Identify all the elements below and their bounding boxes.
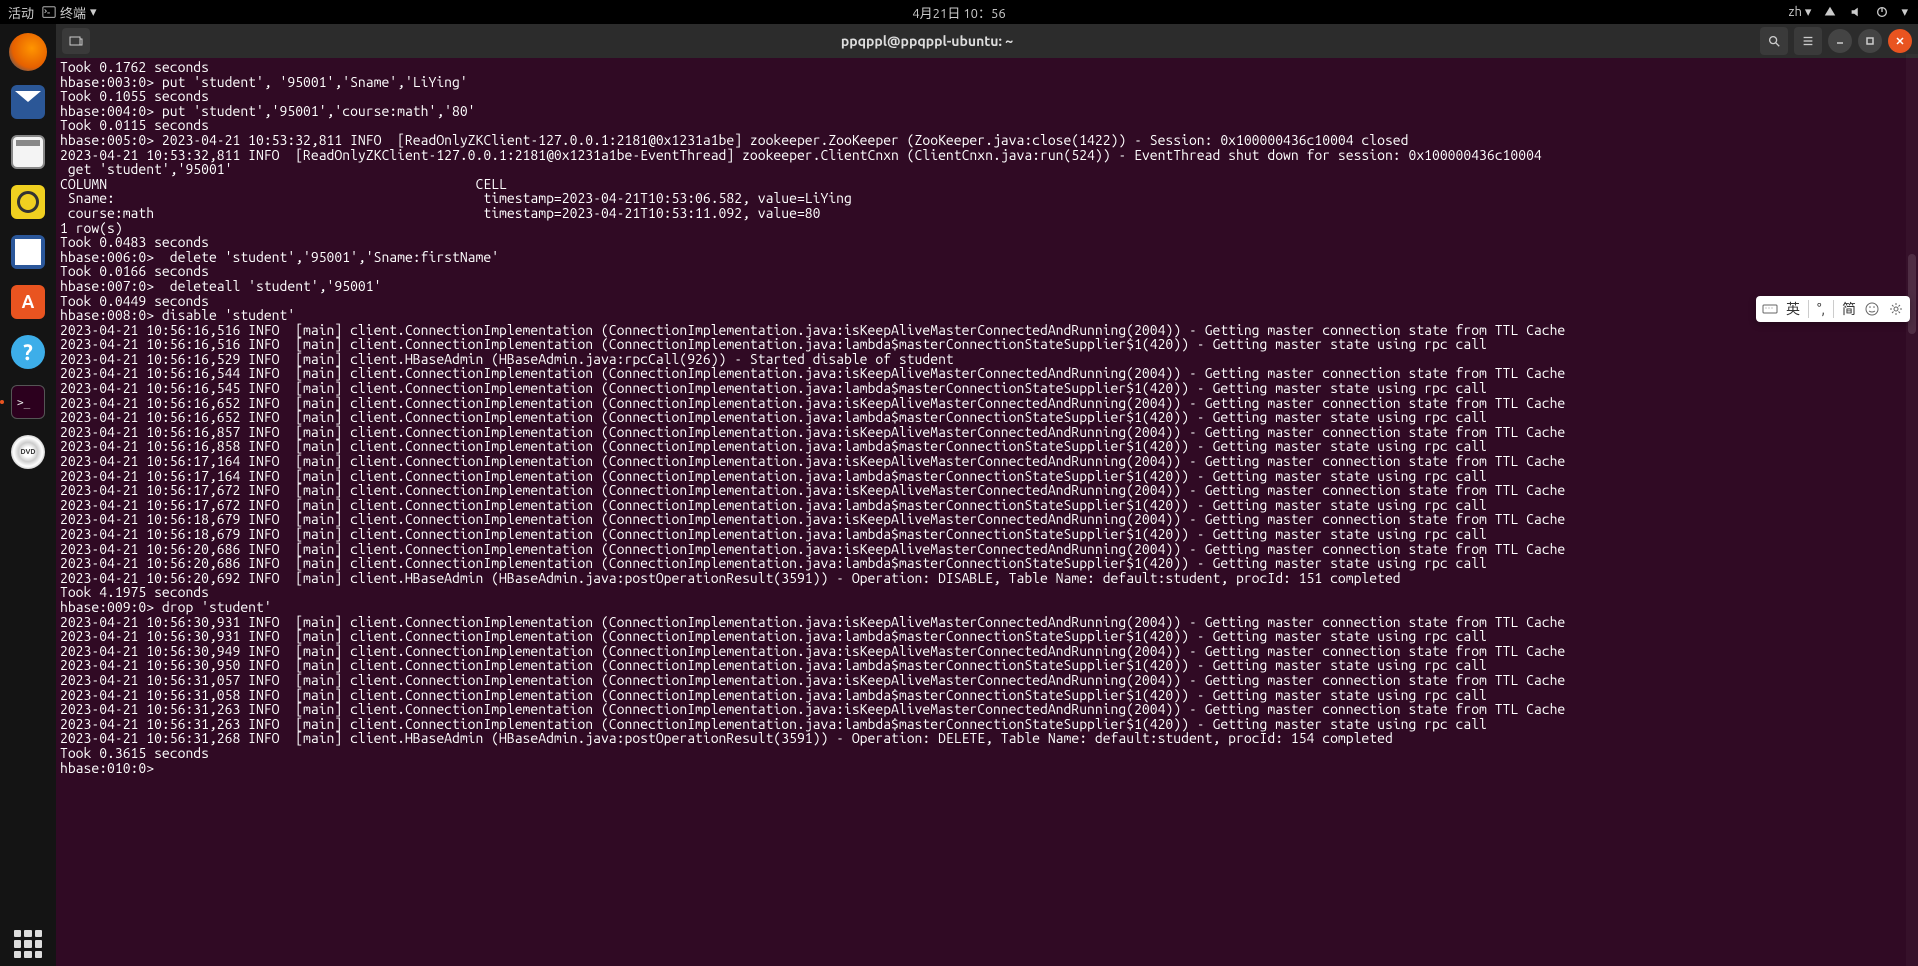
- window-title: ppqppl@ppqppl-ubuntu: ~: [94, 33, 1760, 49]
- dock-item-help[interactable]: ?: [6, 330, 50, 374]
- music-icon: [11, 185, 45, 219]
- search-icon: [1767, 34, 1781, 48]
- terminal-window: ppqppl@ppqppl-ubuntu: ~ Took 0.1762 seco…: [56, 24, 1918, 966]
- network-icon[interactable]: [1823, 5, 1837, 19]
- show-applications-button[interactable]: [6, 922, 50, 966]
- scrollbar-thumb[interactable]: [1908, 254, 1916, 334]
- new-tab-icon: [68, 33, 84, 49]
- dock-item-dvd[interactable]: DVD: [6, 430, 50, 474]
- mail-icon: [11, 85, 45, 119]
- ime-lang-label: 英: [1786, 299, 1800, 319]
- datetime-indicator[interactable]: 4月21日 10：56: [912, 3, 1005, 22]
- power-icon[interactable]: [1875, 5, 1889, 19]
- new-tab-button[interactable]: [62, 28, 90, 54]
- apps-grid-icon: [14, 930, 42, 958]
- help-icon: ?: [11, 335, 45, 369]
- menu-button[interactable]: [1794, 27, 1822, 55]
- files-icon: [11, 135, 45, 169]
- gear-icon[interactable]: [1888, 301, 1904, 317]
- maximize-button[interactable]: [1858, 29, 1882, 53]
- dock-item-terminal[interactable]: >_: [6, 380, 50, 424]
- dock-item-mail[interactable]: [6, 80, 50, 124]
- terminal-output[interactable]: Took 0.1762 seconds hbase:003:0> put 'st…: [56, 58, 1918, 966]
- separator: [1808, 300, 1809, 318]
- keyboard-icon: [1762, 301, 1778, 317]
- document-icon: [11, 235, 45, 269]
- system-menu-chevron-icon[interactable]: ▾: [1901, 5, 1908, 20]
- close-button[interactable]: [1888, 29, 1912, 53]
- ime-panel[interactable]: 英 °, 简: [1756, 296, 1910, 322]
- firefox-icon: [9, 33, 47, 71]
- dock-item-music[interactable]: [6, 180, 50, 224]
- dock-item-files[interactable]: [6, 130, 50, 174]
- emoji-icon[interactable]: [1864, 301, 1880, 317]
- ime-punctuation-icon[interactable]: °,: [1817, 301, 1825, 317]
- volume-icon[interactable]: [1849, 5, 1863, 19]
- ime-mode-label[interactable]: 简: [1842, 299, 1856, 319]
- dvd-icon: DVD: [11, 435, 45, 469]
- maximize-icon: [1865, 36, 1875, 46]
- dock: A ? >_ DVD: [0, 24, 56, 966]
- chevron-down-icon: ▾: [90, 5, 97, 20]
- scrollbar[interactable]: [1906, 54, 1918, 966]
- terminal-icon: >_: [11, 385, 45, 419]
- terminal-small-icon: [42, 5, 56, 19]
- minimize-icon: [1835, 36, 1845, 46]
- dock-item-firefox[interactable]: [6, 30, 50, 74]
- top-panel: 活动 终端 ▾ 4月21日 10：56 zh ▾ ▾: [0, 0, 1918, 24]
- separator: [1833, 300, 1834, 318]
- close-icon: [1895, 36, 1905, 46]
- current-app-indicator[interactable]: 终端 ▾: [42, 3, 97, 22]
- software-icon: A: [11, 285, 45, 319]
- current-app-name: 终端: [60, 3, 86, 22]
- dock-item-software[interactable]: A: [6, 280, 50, 324]
- minimize-button[interactable]: [1828, 29, 1852, 53]
- window-titlebar: ppqppl@ppqppl-ubuntu: ~: [56, 24, 1918, 58]
- dock-item-document[interactable]: [6, 230, 50, 274]
- hamburger-icon: [1801, 34, 1815, 48]
- search-button[interactable]: [1760, 27, 1788, 55]
- input-method-indicator[interactable]: zh ▾: [1789, 5, 1812, 20]
- activities-button[interactable]: 活动: [8, 3, 34, 22]
